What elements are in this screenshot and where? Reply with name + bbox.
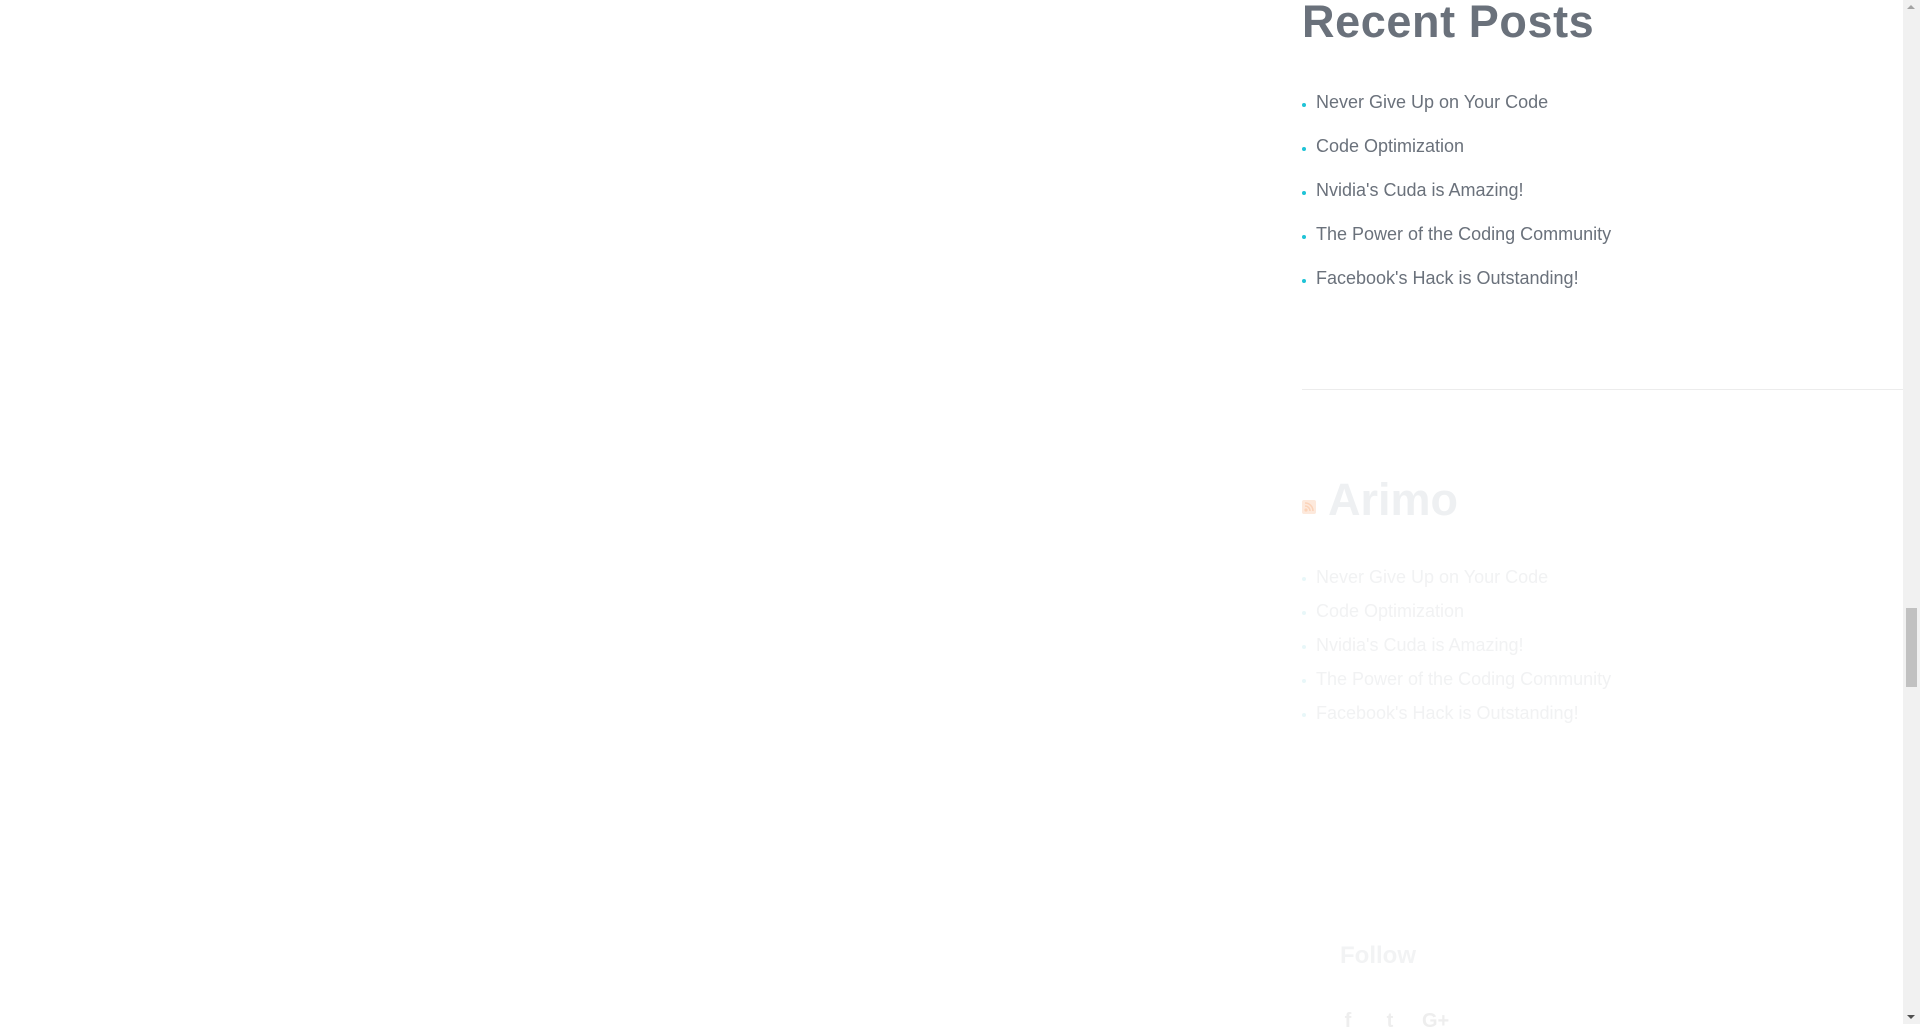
recent-post-link[interactable]: The Power of the Coding Community <box>1316 224 1611 244</box>
rss-icon[interactable] <box>1302 500 1316 514</box>
rss-widget-header: Arimo <box>1302 474 1458 526</box>
rss-post-link[interactable]: Never Give Up on Your Code <box>1316 567 1548 587</box>
facebook-icon[interactable]: f <box>1338 1010 1358 1033</box>
rss-posts-list: Never Give Up on Your Code Code Optimiza… <box>1302 566 1611 736</box>
bullet-icon <box>1302 645 1306 649</box>
google-plus-icon[interactable]: G+ <box>1422 1010 1449 1033</box>
bullet-icon <box>1302 191 1306 195</box>
scroll-up-arrow-icon[interactable] <box>1907 5 1915 9</box>
list-item: Facebook's Hack is Outstanding! <box>1302 266 1611 310</box>
recent-post-link[interactable]: Code Optimization <box>1316 136 1464 156</box>
list-item: Never Give Up on Your Code <box>1302 90 1611 134</box>
list-item: Nvidia's Cuda is Amazing! <box>1302 634 1611 668</box>
follow-title: Follow <box>1340 942 1416 969</box>
rss-post-link[interactable]: Nvidia's Cuda is Amazing! <box>1316 635 1524 655</box>
recent-post-link[interactable]: Facebook's Hack is Outstanding! <box>1316 268 1579 288</box>
rss-post-link[interactable]: Facebook's Hack is Outstanding! <box>1316 703 1579 723</box>
list-item: The Power of the Coding Community <box>1302 668 1611 702</box>
social-links: f t G+ <box>1338 1010 1450 1033</box>
bullet-icon <box>1302 679 1306 683</box>
list-item: Code Optimization <box>1302 134 1611 178</box>
bullet-icon <box>1302 611 1306 615</box>
bullet-icon <box>1302 279 1306 283</box>
bullet-icon <box>1302 577 1306 581</box>
scroll-down-arrow-icon[interactable] <box>1907 1015 1915 1019</box>
scrollbar-thumb[interactable] <box>1906 608 1917 687</box>
twitter-icon[interactable]: t <box>1380 1010 1400 1033</box>
list-item: Facebook's Hack is Outstanding! <box>1302 702 1611 736</box>
bullet-icon <box>1302 235 1306 239</box>
bullet-icon <box>1302 713 1306 717</box>
list-item: Never Give Up on Your Code <box>1302 566 1611 600</box>
list-item: Code Optimization <box>1302 600 1611 634</box>
rss-post-link[interactable]: Code Optimization <box>1316 601 1464 621</box>
rss-post-link[interactable]: The Power of the Coding Community <box>1316 669 1611 689</box>
recent-post-link[interactable]: Nvidia's Cuda is Amazing! <box>1316 180 1524 200</box>
recent-posts-title: Recent Posts <box>1302 0 1595 47</box>
rss-widget-title[interactable]: Arimo <box>1328 474 1458 526</box>
widget-divider <box>1302 389 1903 390</box>
page-scrollbar[interactable] <box>1903 0 1920 1024</box>
recent-posts-list: Never Give Up on Your Code Code Optimiza… <box>1302 90 1611 310</box>
list-item: The Power of the Coding Community <box>1302 222 1611 266</box>
recent-post-link[interactable]: Never Give Up on Your Code <box>1316 92 1548 112</box>
list-item: Nvidia's Cuda is Amazing! <box>1302 178 1611 222</box>
bullet-icon <box>1302 103 1306 107</box>
bullet-icon <box>1302 147 1306 151</box>
